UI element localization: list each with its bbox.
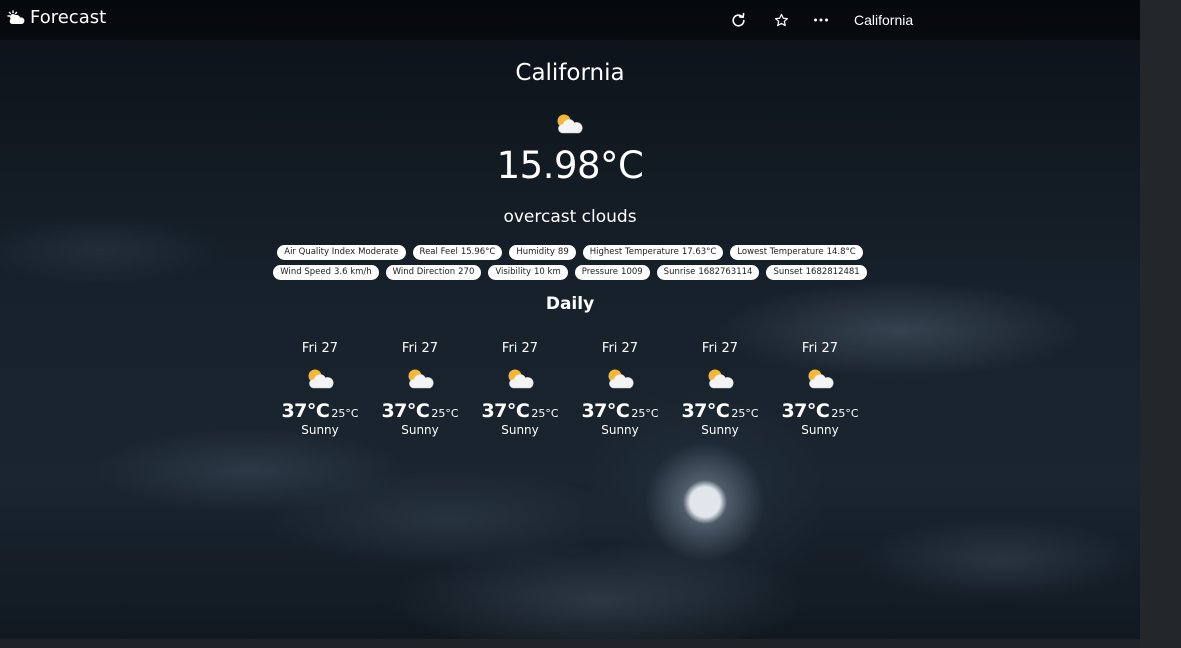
low-temperature: 25°C (331, 407, 359, 420)
forecast-day: Fri 27 37°C 25°C Sunny (770, 341, 870, 437)
chip-value: Moderate (358, 247, 399, 257)
chip-label: Humidity (516, 247, 555, 257)
day-name: Fri 27 (301, 341, 339, 356)
day-temperatures: 37°C 25°C (470, 400, 570, 422)
forecast-day: Fri 27 37°C 25°C Sunny (670, 341, 770, 437)
high-temperature: 37°C (381, 400, 430, 422)
location-selector[interactable]: California (854, 12, 913, 28)
high-temperature: 37°C (781, 400, 830, 422)
chip-label: Sunset (773, 267, 803, 277)
day-temperatures: 37°C 25°C (270, 400, 370, 422)
day-description: Sunny (801, 423, 839, 437)
navbar: Forecast California (0, 0, 1140, 40)
day-temperatures: 37°C 25°C (670, 400, 770, 422)
chip-label: Highest Temperature (589, 247, 679, 257)
window-side-panel (1140, 0, 1181, 648)
chip-wind-speed: Wind Speed 3.6 km/h (273, 265, 379, 280)
day-name: Fri 27 (601, 341, 639, 356)
chip-value: 3.6 km/h (333, 267, 372, 277)
details-row-1: Air Quality Index Moderate Real Feel 15.96… (0, 245, 1140, 260)
chip-air-quality: Air Quality Index Moderate (277, 245, 406, 260)
chip-label: Wind Speed (280, 267, 331, 277)
partly-cloudy-icon (308, 369, 334, 389)
forecast-day: Fri 27 37°C 25°C Sunny (470, 341, 570, 437)
low-temperature: 25°C (831, 407, 859, 420)
low-temperature: 25°C (531, 407, 559, 420)
partly-cloudy-icon (608, 369, 634, 389)
chip-sunset: Sunset 1682812481 (766, 265, 867, 280)
day-name: Fri 27 (401, 341, 439, 356)
forecast-day: Fri 27 37°C 25°C Sunny (270, 341, 370, 437)
daily-heading: Daily (545, 294, 595, 314)
weather-app: Forecast California California 15.98°C o… (0, 0, 1140, 639)
more-button[interactable] (811, 10, 831, 30)
chip-highest-temperature: Highest Temperature 17.63°C (582, 245, 724, 260)
partly-cloudy-icon (408, 369, 434, 389)
day-name: Fri 27 (701, 341, 739, 356)
refresh-icon (731, 12, 745, 27)
brand[interactable]: Forecast (6, 7, 106, 28)
chip-lowest-temperature: Lowest Temperature 14.8°C (730, 245, 863, 260)
day-temperatures: 37°C 25°C (370, 400, 470, 422)
details-row-2: Wind Speed 3.6 km/h Wind Direction 270 Vis… (0, 265, 1140, 280)
day-description: Sunny (301, 423, 339, 437)
partly-cloudy-icon (808, 369, 834, 389)
day-description: Sunny (601, 423, 639, 437)
high-temperature: 37°C (481, 400, 530, 422)
chip-value: 10 km (534, 267, 561, 277)
chip-sunrise: Sunrise 1682763114 (656, 265, 760, 280)
chip-label: Sunrise (663, 267, 696, 277)
low-temperature: 25°C (431, 407, 459, 420)
chip-label: Lowest Temperature (737, 247, 824, 257)
high-temperature: 37°C (281, 400, 330, 422)
chip-humidity: Humidity 89 (509, 245, 576, 260)
chip-value: 14.8°C (826, 247, 856, 257)
daily-forecast: Fri 27 37°C 25°C Sunny Fri 27 37°C 25°C Su… (270, 341, 870, 437)
day-name: Fri 27 (801, 341, 839, 356)
more-horizontal-icon (814, 18, 828, 22)
chip-value: 1682763114 (698, 267, 753, 277)
favorite-button[interactable] (771, 10, 791, 30)
partly-cloudy-icon (557, 114, 583, 134)
chip-label: Pressure (581, 267, 619, 277)
chip-value: 17.63°C (681, 247, 717, 257)
refresh-button[interactable] (728, 10, 748, 30)
day-description: Sunny (501, 423, 539, 437)
chip-label: Real Feel (419, 247, 458, 257)
partly-cloudy-icon (508, 369, 534, 389)
star-icon (774, 13, 788, 26)
chip-value: 270 (458, 267, 475, 277)
chip-label: Visibility (495, 267, 531, 277)
chip-label: Air Quality Index (284, 247, 356, 257)
chip-wind-direction: Wind Direction 270 (385, 265, 482, 280)
day-temperatures: 37°C 25°C (770, 400, 870, 422)
chip-value: 1682812481 (805, 267, 860, 277)
day-temperatures: 37°C 25°C (570, 400, 670, 422)
forecast-day: Fri 27 37°C 25°C Sunny (370, 341, 470, 437)
low-temperature: 25°C (631, 407, 659, 420)
chip-label: Wind Direction (392, 267, 456, 277)
partly-cloudy-icon (708, 369, 734, 389)
current-temperature: 15.98°C (496, 144, 644, 187)
high-temperature: 37°C (681, 400, 730, 422)
high-temperature: 37°C (581, 400, 630, 422)
day-description: Sunny (401, 423, 439, 437)
chip-value: 15.96°C (460, 247, 496, 257)
city-name: California (515, 60, 625, 86)
chip-real-feel: Real Feel 15.96°C (412, 245, 503, 260)
cloud-sun-icon (7, 9, 25, 24)
chip-value: 89 (557, 247, 569, 257)
low-temperature: 25°C (731, 407, 759, 420)
window-bottom-edge (0, 639, 1140, 648)
day-description: Sunny (701, 423, 739, 437)
day-name: Fri 27 (501, 341, 539, 356)
forecast-day: Fri 27 37°C 25°C Sunny (570, 341, 670, 437)
chip-visibility: Visibility 10 km (488, 265, 568, 280)
brand-title: Forecast (30, 7, 107, 28)
chip-value: 1009 (621, 267, 643, 277)
weather-description: overcast clouds (503, 207, 637, 227)
chip-pressure: Pressure 1009 (574, 265, 650, 280)
